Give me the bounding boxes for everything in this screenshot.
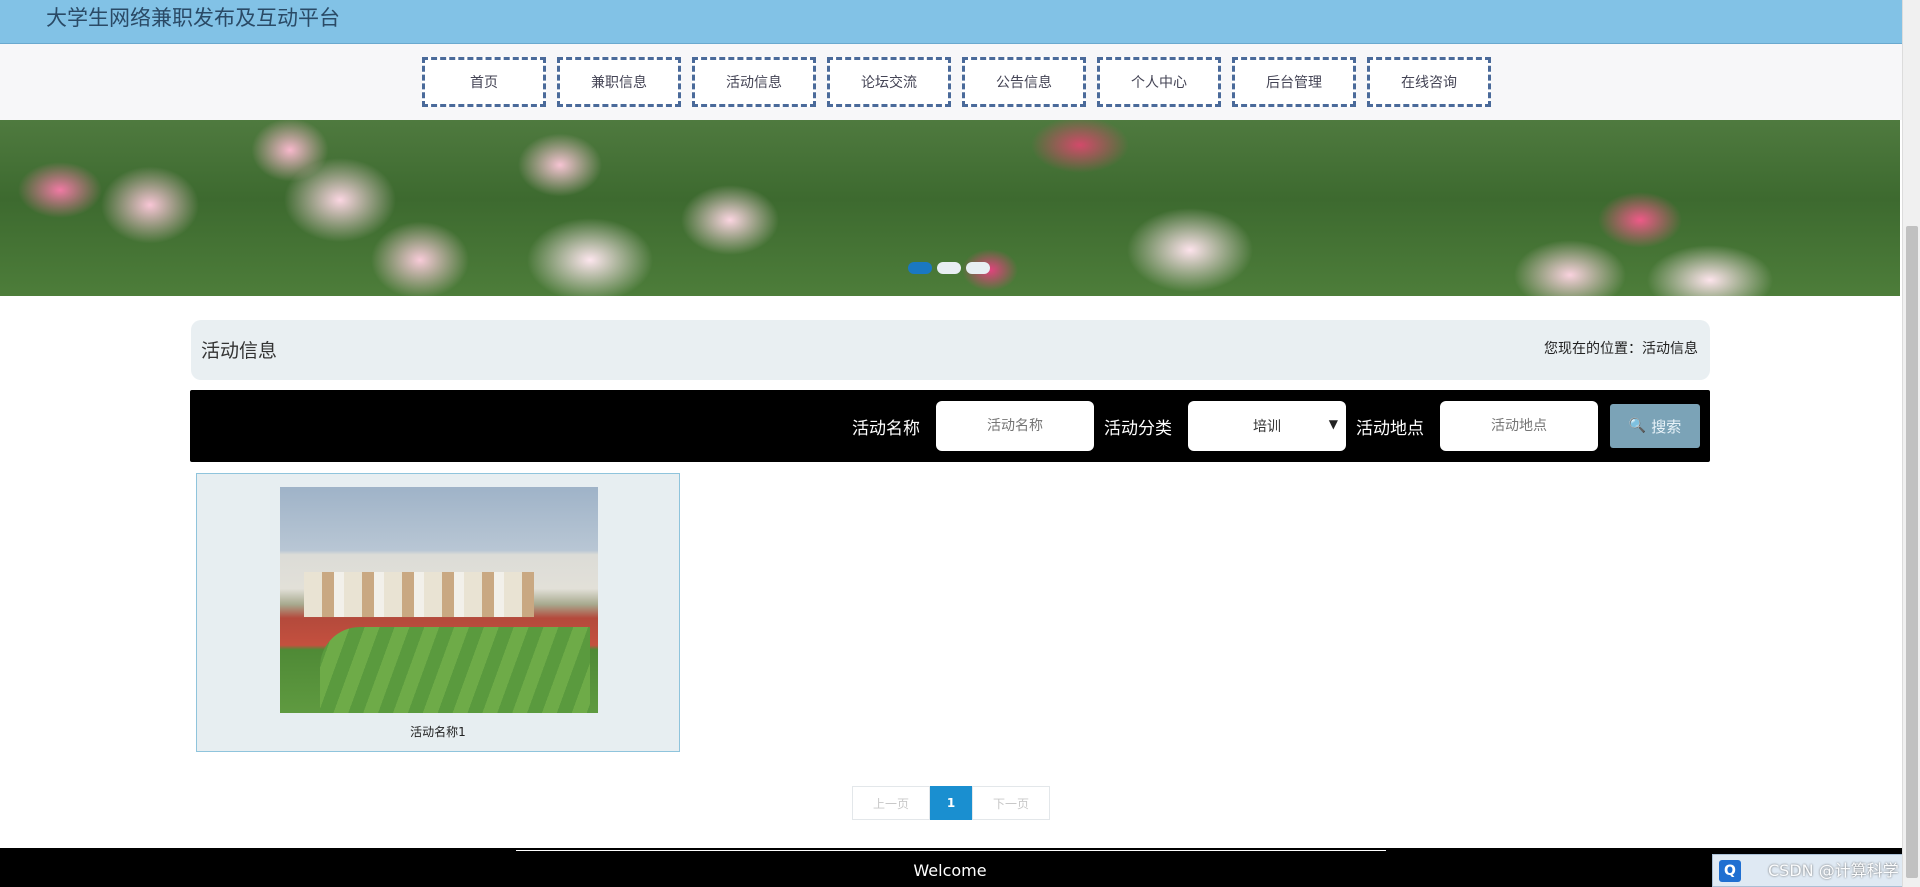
nav-list: 首页 兼职信息 活动信息 论坛交流 公告信息 个人中心 后台管理 在线咨询 (422, 57, 1502, 107)
nav-item-personal-center[interactable]: 个人中心 (1097, 57, 1221, 107)
footer: Welcome (0, 848, 1920, 887)
pagination: 上一页 1 下一页 (852, 786, 1050, 820)
top-header: 大学生网络兼职发布及互动平台 (0, 0, 1920, 44)
tray-app-icon[interactable]: Q (1719, 859, 1741, 882)
chevron-down-icon: ▼ (1328, 417, 1338, 431)
nav-item-announcements[interactable]: 公告信息 (962, 57, 1086, 107)
breadcrumb: 您现在的位置：活动信息 (1544, 341, 1698, 357)
nav-item-admin[interactable]: 后台管理 (1232, 57, 1356, 107)
footer-welcome: Welcome (913, 861, 987, 880)
nav-item-online-consult[interactable]: 在线咨询 (1367, 57, 1491, 107)
search-bar: 活动名称 活动分类 培训 ▼ 活动地点 🔍 搜索 (190, 390, 1710, 462)
activity-name-label: 活动名称 (852, 419, 920, 439)
site-title: 大学生网络兼职发布及互动平台 (46, 6, 340, 30)
carousel-dot-1[interactable] (908, 262, 932, 274)
page-scrollbar[interactable] (1902, 0, 1920, 887)
activity-image[interactable] (280, 487, 598, 713)
carousel-dot-2[interactable] (937, 262, 961, 274)
activity-category-label: 活动分类 (1104, 419, 1172, 439)
activity-card[interactable]: 活动名称1 (196, 473, 680, 752)
search-icon: 🔍 (1628, 418, 1647, 434)
section-title: 活动信息 (201, 340, 278, 362)
nav-item-activities[interactable]: 活动信息 (692, 57, 816, 107)
activity-name-input[interactable] (936, 401, 1094, 451)
activity-location-input[interactable] (1440, 401, 1598, 451)
section-header: 活动信息 您现在的位置：活动信息 (191, 320, 1710, 380)
main-nav: 首页 兼职信息 活动信息 论坛交流 公告信息 个人中心 后台管理 在线咨询 (0, 44, 1920, 120)
activity-category-select[interactable]: 培训 ▼ (1188, 401, 1346, 451)
carousel-dot-3[interactable] (966, 262, 990, 274)
nav-item-home[interactable]: 首页 (422, 57, 546, 107)
activity-location-label: 活动地点 (1356, 419, 1424, 439)
carousel-indicators (908, 262, 995, 274)
watermark: CSDN @计算科学 (1768, 861, 1899, 880)
next-page-button[interactable]: 下一页 (972, 786, 1050, 820)
activity-name[interactable]: 活动名称1 (197, 723, 679, 740)
page-number-current[interactable]: 1 (930, 786, 972, 820)
sports-field-shape (320, 627, 590, 713)
nav-item-forum[interactable]: 论坛交流 (827, 57, 951, 107)
footer-divider (516, 850, 1386, 851)
search-button-label: 搜索 (1651, 417, 1682, 436)
nav-item-part-time-jobs[interactable]: 兼职信息 (557, 57, 681, 107)
building-shape (304, 572, 534, 617)
search-button[interactable]: 🔍 搜索 (1610, 404, 1700, 448)
scroll-thumb[interactable] (1906, 226, 1918, 878)
activity-category-value: 培训 (1253, 419, 1281, 435)
prev-page-button[interactable]: 上一页 (852, 786, 930, 820)
